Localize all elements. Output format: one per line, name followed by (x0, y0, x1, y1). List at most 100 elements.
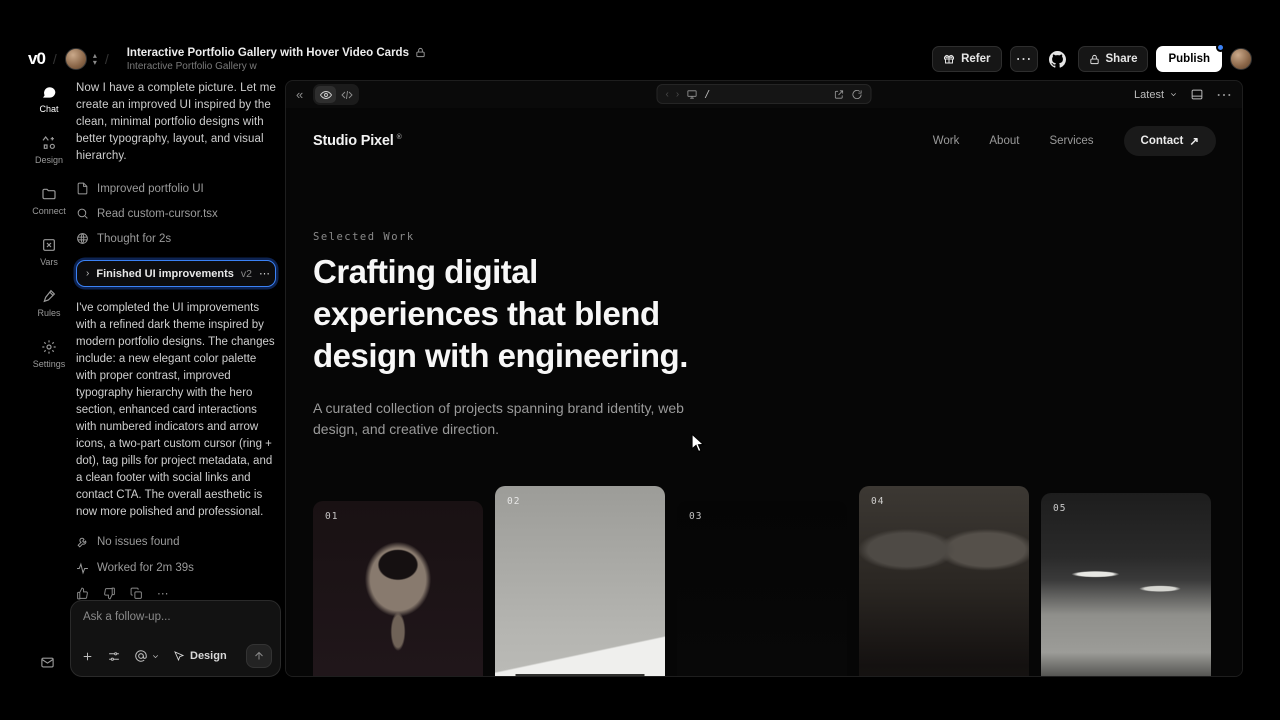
refer-button[interactable]: Refer (932, 46, 1001, 72)
chevron-down-icon (151, 652, 160, 661)
share-button[interactable]: Share (1078, 46, 1149, 72)
thought-icon (76, 232, 89, 245)
more-options-button[interactable]: ⋯ (1010, 46, 1038, 72)
card-number: 04 (871, 496, 884, 507)
settings-icon (41, 339, 57, 355)
arrow-up-right-icon: ↗ (1189, 134, 1199, 148)
preview-panel: « ‹ › / Latest ⋯ (285, 80, 1243, 677)
followup-input[interactable]: Ask a follow-up... (83, 611, 268, 623)
contact-button[interactable]: Contact ↗ (1124, 126, 1216, 156)
breadcrumb-separator: / (53, 51, 57, 67)
cursor-mode-icon (173, 650, 185, 662)
message-more-button[interactable]: ⋯ (157, 586, 169, 600)
thumbs-down-button[interactable] (103, 587, 116, 600)
assistant-summary: I've completed the UI improvements with … (76, 300, 276, 521)
preview-more-button[interactable]: ⋯ (1216, 85, 1232, 105)
task-result-card[interactable]: › Finished UI improvements v2 ⋯ (76, 260, 276, 287)
rendered-site: Studio Pixel® Work About Services Contac… (286, 108, 1242, 676)
rail-item-connect[interactable]: Connect (28, 186, 70, 216)
card-number: 03 (689, 511, 702, 522)
project-subtitle: Interactive Portfolio Gallery w (127, 61, 426, 72)
step-thought[interactable]: Thought for 2s (76, 226, 276, 251)
layout-panel-icon[interactable] (1190, 88, 1204, 101)
at-icon (134, 649, 148, 663)
design-mode-chip[interactable]: Design (173, 650, 227, 662)
project-card[interactable]: 03 (677, 501, 847, 677)
wrench-icon (76, 536, 89, 549)
brand-mark: ® (397, 134, 402, 141)
project-card[interactable]: 05 (1041, 493, 1211, 677)
breadcrumb: Interactive Portfolio Gallery with Hover… (127, 47, 426, 72)
project-gallery: 01 02 03 04 05 (313, 486, 1211, 677)
task-more-button[interactable]: ⋯ (259, 267, 271, 280)
view-mode-toggle (313, 84, 359, 105)
design-icon (41, 135, 57, 151)
project-title[interactable]: Interactive Portfolio Gallery with Hover… (127, 47, 409, 59)
send-button[interactable] (246, 644, 272, 668)
search-icon (76, 207, 89, 220)
device-icon[interactable] (686, 89, 697, 100)
vars-icon (41, 237, 57, 253)
chat-panel: Now I have a complete picture. Let me cr… (76, 80, 276, 688)
publish-label: Publish (1168, 53, 1210, 65)
github-button[interactable] (1046, 46, 1070, 72)
nav-forward-icon[interactable]: › (676, 89, 679, 100)
attach-button[interactable] (81, 650, 94, 663)
version-selector[interactable]: Latest (1134, 89, 1178, 101)
issues-row[interactable]: No issues found (76, 529, 276, 555)
eye-icon (320, 89, 332, 101)
project-card[interactable]: 04 (859, 486, 1029, 677)
task-steps: Improved portfolio UI Read custom-cursor… (76, 176, 276, 251)
publish-button[interactable]: Publish (1156, 46, 1222, 72)
refresh-icon[interactable] (852, 89, 863, 100)
feedback-row: ⋯ (76, 586, 276, 600)
rail-item-chat[interactable]: Chat (28, 84, 70, 114)
task-version: v2 (241, 268, 252, 280)
nav-link-services[interactable]: Services (1049, 135, 1093, 147)
rail-item-design[interactable]: Design (28, 135, 70, 165)
team-switcher[interactable]: ▴▾ (93, 52, 97, 66)
rail-item-vars[interactable]: Vars (28, 237, 70, 267)
url-path[interactable]: / (704, 89, 710, 100)
chat-icon (41, 84, 57, 100)
project-card[interactable]: 01 (313, 501, 483, 677)
notification-dot (1216, 43, 1225, 52)
section-eyebrow: Selected Work (313, 231, 415, 243)
preview-eye-button[interactable] (315, 86, 336, 103)
step-improved-portfolio-ui[interactable]: Improved portfolio UI (76, 176, 276, 201)
code-view-button[interactable] (336, 86, 357, 103)
preview-toolbar: « ‹ › / Latest ⋯ (286, 81, 1242, 108)
rail-item-rules[interactable]: Rules (28, 288, 70, 318)
site-header: Studio Pixel® Work About Services Contac… (313, 126, 1216, 156)
nav-link-about[interactable]: About (989, 135, 1019, 147)
feedback-mail-icon[interactable] (40, 655, 55, 670)
connect-icon (41, 186, 57, 202)
chevron-right-icon: › (86, 268, 89, 279)
assistant-message: Now I have a complete picture. Let me cr… (76, 80, 276, 165)
site-nav: Work About Services Contact ↗ (933, 126, 1216, 156)
step-read-custom-cursor[interactable]: Read custom-cursor.tsx (76, 201, 276, 226)
nav-link-work[interactable]: Work (933, 135, 960, 147)
followup-composer[interactable]: Ask a follow-up... Design (70, 600, 281, 677)
file-icon (76, 182, 89, 195)
open-external-icon[interactable] (834, 89, 845, 100)
rules-icon (41, 288, 57, 304)
v0-logo[interactable]: v0 (28, 49, 45, 69)
site-brand[interactable]: Studio Pixel® (313, 133, 402, 149)
nav-back-icon[interactable]: ‹ (666, 89, 669, 100)
github-icon (1049, 51, 1066, 68)
mention-model-button[interactable] (134, 649, 160, 663)
project-card[interactable]: 02 (495, 486, 665, 677)
activity-icon (76, 562, 89, 575)
worked-row[interactable]: Worked for 2m 39s (76, 555, 276, 581)
team-avatar[interactable] (65, 48, 87, 70)
thumbs-up-button[interactable] (76, 587, 89, 600)
card-number: 01 (325, 511, 338, 522)
copy-button[interactable] (130, 587, 143, 600)
collapse-panel-button[interactable]: « (296, 87, 303, 102)
preview-url-bar[interactable]: ‹ › / (657, 84, 872, 104)
rail-item-settings[interactable]: Settings (28, 339, 70, 369)
gift-icon (943, 53, 955, 65)
user-avatar[interactable] (1230, 48, 1252, 70)
settings-sliders-button[interactable] (107, 650, 121, 663)
